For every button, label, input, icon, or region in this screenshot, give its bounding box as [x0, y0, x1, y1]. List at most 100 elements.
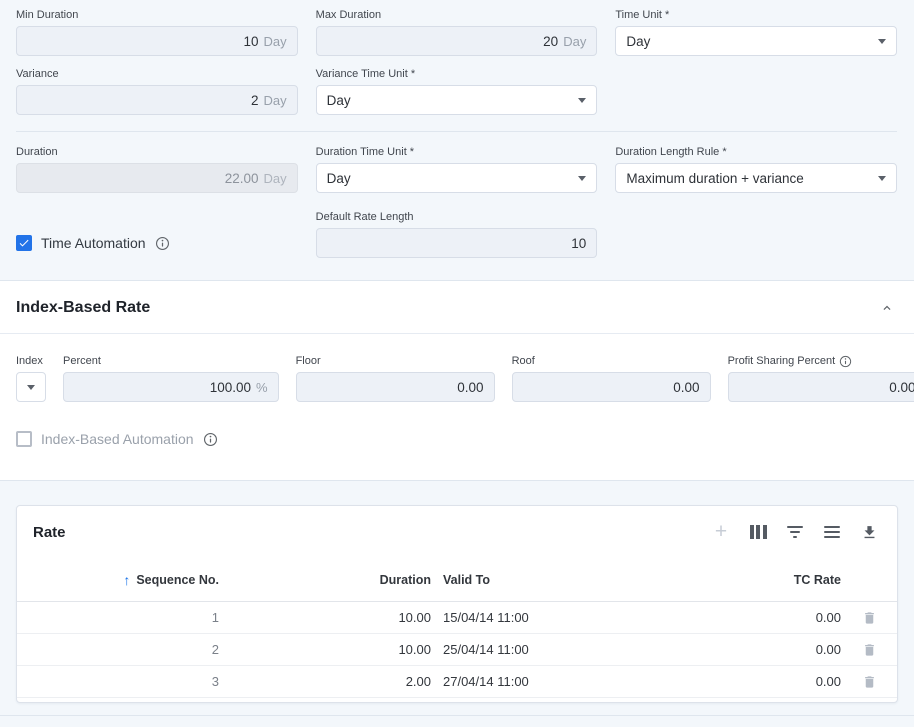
duration-time-unit-select[interactable]: Day: [316, 163, 598, 193]
index-based-rate-header: Index-Based Rate: [0, 281, 914, 334]
variance-time-unit-field: Variance Time Unit * Day: [316, 68, 598, 115]
tc-rate-cell: 0.00: [691, 674, 841, 689]
percent-label: Percent: [63, 355, 279, 368]
rate-table-section: Rate + ↑ Sequence No. Du: [0, 481, 914, 703]
index-based-rate-section: Index-Based Rate Index Percent %: [0, 280, 914, 481]
floor-input[interactable]: [296, 372, 495, 402]
info-icon[interactable]: [155, 236, 170, 251]
profit-sharing-percent-label: Profit Sharing Percent: [728, 355, 914, 368]
table-row[interactable]: 1 10.00 15/04/14 11:00 0.00: [17, 602, 897, 634]
columns-icon: [750, 525, 767, 539]
profit-sharing-percent-label-text: Profit Sharing Percent: [728, 355, 836, 368]
roof-value[interactable]: [523, 380, 700, 395]
sequence-header-label: Sequence No.: [136, 573, 219, 587]
chevron-down-icon: [578, 98, 586, 103]
time-unit-field: Time Unit * Day: [615, 9, 897, 56]
variance-value[interactable]: [27, 93, 259, 108]
duration-form-row-group-2: Duration Day Duration Time Unit * Day Du…: [16, 146, 897, 258]
info-icon[interactable]: [203, 432, 218, 447]
duration-column-header[interactable]: Duration: [219, 573, 431, 587]
valid-to-cell: 27/04/14 11:00: [431, 674, 691, 689]
index-field: Index: [16, 355, 46, 402]
trash-icon: [862, 674, 877, 690]
min-duration-value[interactable]: [27, 34, 259, 49]
max-duration-value[interactable]: [327, 34, 559, 49]
profit-sharing-percent-value[interactable]: [739, 380, 914, 395]
min-duration-input[interactable]: Day: [16, 26, 298, 56]
trash-icon: [862, 642, 877, 658]
time-automation-checkbox[interactable]: [16, 235, 32, 251]
default-rate-length-field: Default Rate Length: [316, 211, 598, 258]
info-icon[interactable]: [839, 355, 852, 368]
sequence-cell: 1: [17, 610, 219, 625]
duration-label: Duration: [16, 146, 298, 159]
collapse-section-button[interactable]: [880, 301, 894, 315]
time-unit-select[interactable]: Day: [615, 26, 897, 56]
sequence-cell: 3: [17, 674, 219, 689]
duration-unit: Day: [264, 171, 287, 186]
section-title: Index-Based Rate: [16, 299, 150, 317]
duration-cell: 2.00: [219, 674, 431, 689]
charter-duration-page: Min Duration Day Max Duration Day Time U…: [0, 0, 914, 727]
variance-time-unit-select[interactable]: Day: [316, 85, 598, 115]
density-button[interactable]: [822, 522, 842, 542]
max-duration-field: Max Duration Day: [316, 9, 598, 56]
variance-time-unit-value: Day: [327, 93, 579, 108]
time-automation-row: Time Automation: [16, 228, 298, 258]
index-label: Index: [16, 355, 46, 368]
index-based-automation-label: Index-Based Automation: [41, 431, 194, 447]
duration-length-rule-select[interactable]: Maximum duration + variance: [615, 163, 897, 193]
rate-toolbar-icons: +: [711, 522, 879, 542]
profit-sharing-percent-field: Profit Sharing Percent %: [728, 355, 914, 402]
max-duration-input[interactable]: Day: [316, 26, 598, 56]
duration-form-row-group-1: Min Duration Day Max Duration Day Time U…: [16, 9, 897, 115]
index-based-automation-checkbox-row: Index-Based Automation: [16, 424, 898, 454]
table-row[interactable]: 2 10.00 25/04/14 11:00 0.00: [17, 634, 897, 666]
time-automation-field: Time Automation: [16, 211, 298, 258]
duration-length-rule-label: Duration Length Rule *: [615, 146, 897, 159]
sequence-cell: 2: [17, 642, 219, 657]
index-based-automation-row: Index-Based Automation: [0, 402, 914, 480]
variance-unit: Day: [264, 93, 287, 108]
profit-sharing-percent-input[interactable]: %: [728, 372, 914, 402]
filter-icon: [787, 526, 803, 538]
delete-row-button[interactable]: [841, 674, 897, 690]
roof-input[interactable]: [512, 372, 711, 402]
plus-icon: +: [715, 522, 727, 542]
index-based-automation-checkbox[interactable]: [16, 431, 32, 447]
floor-field: Floor: [296, 355, 495, 402]
duration-form-section: Min Duration Day Max Duration Day Time U…: [0, 0, 914, 280]
duration-length-rule-value: Maximum duration + variance: [626, 171, 878, 186]
sort-ascending-icon[interactable]: ↑: [123, 572, 130, 588]
tc-rate-column-header[interactable]: TC Rate: [691, 573, 841, 587]
variance-input[interactable]: Day: [16, 85, 298, 115]
percent-field: Percent %: [63, 355, 279, 402]
download-button[interactable]: [859, 522, 879, 542]
chevron-down-icon: [578, 176, 586, 181]
delete-row-button[interactable]: [841, 642, 897, 658]
download-icon: [861, 524, 878, 541]
rate-card-toolbar: Rate +: [17, 506, 897, 558]
floor-value[interactable]: [307, 380, 484, 395]
default-rate-length-value[interactable]: [327, 236, 587, 251]
percent-unit: %: [256, 380, 268, 395]
sequence-column-header[interactable]: ↑ Sequence No.: [17, 572, 219, 588]
index-select[interactable]: [16, 372, 46, 402]
column-settings-button[interactable]: [748, 522, 768, 542]
chevron-down-icon: [27, 385, 35, 390]
variance-label: Variance: [16, 68, 298, 81]
rate-card: Rate + ↑ Sequence No. Du: [16, 505, 898, 703]
duration-time-unit-label: Duration Time Unit *: [316, 146, 598, 159]
filter-button[interactable]: [785, 522, 805, 542]
roof-label: Roof: [512, 355, 711, 368]
valid-to-column-header[interactable]: Valid To: [431, 573, 691, 587]
table-row[interactable]: 3 2.00 27/04/14 11:00 0.00: [17, 666, 897, 698]
delete-row-button[interactable]: [841, 610, 897, 626]
duration-length-rule-field: Duration Length Rule * Maximum duration …: [615, 146, 897, 193]
default-rate-length-input[interactable]: [316, 228, 598, 258]
percent-value[interactable]: [74, 380, 251, 395]
valid-to-cell: 25/04/14 11:00: [431, 642, 691, 657]
trash-icon: [862, 610, 877, 626]
add-row-button[interactable]: +: [711, 522, 731, 542]
percent-input[interactable]: %: [63, 372, 279, 402]
